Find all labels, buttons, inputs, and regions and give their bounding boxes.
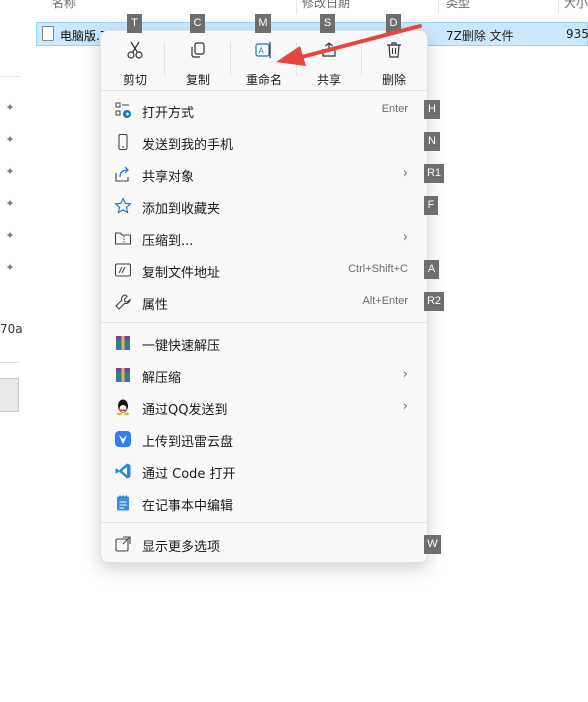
menu-item-add-favorites[interactable]: 添加到收藏夹 bbox=[104, 191, 422, 221]
file-icon bbox=[42, 26, 54, 41]
zip-folder-icon bbox=[114, 232, 132, 245]
menu-separator bbox=[101, 322, 427, 323]
chevron-right-icon: › bbox=[402, 367, 408, 382]
copy-icon bbox=[191, 42, 205, 58]
access-key-badge: C bbox=[190, 14, 205, 33]
access-key-badge: R2 bbox=[424, 292, 444, 311]
menu-item-label: 打开方式 bbox=[142, 106, 195, 121]
share-to-icon bbox=[115, 166, 129, 182]
menu-item-show-more-options[interactable]: 显示更多选项 bbox=[104, 529, 422, 559]
phone-icon bbox=[118, 133, 128, 151]
menu-item-copy-path[interactable]: 复制文件地址 Ctrl+Shift+C bbox=[104, 255, 422, 285]
access-key-badge: A bbox=[424, 260, 439, 279]
access-key-badge: W bbox=[424, 535, 441, 554]
shortcut-text: Alt+Enter bbox=[362, 295, 408, 307]
menu-item-label: 解压缩 bbox=[142, 371, 182, 386]
more-options-icon bbox=[115, 536, 131, 552]
pin-icon[interactable]: ✦ bbox=[4, 198, 16, 210]
scissors-icon bbox=[127, 41, 143, 59]
menu-item-properties[interactable]: 属性 Alt+Enter bbox=[104, 287, 422, 317]
chevron-right-icon: › bbox=[402, 230, 408, 245]
pin-icon[interactable]: ✦ bbox=[4, 166, 16, 178]
menu-item-share-to[interactable]: 共享对象 › bbox=[104, 159, 422, 189]
menu-item-extract[interactable]: 解压缩 › bbox=[104, 360, 422, 390]
column-header-size[interactable]: 大小 bbox=[564, 0, 588, 11]
menu-item-send-to-phone[interactable]: 发送到我的手机 bbox=[104, 127, 422, 157]
column-separator[interactable] bbox=[558, 0, 559, 14]
star-icon bbox=[114, 197, 132, 214]
svg-text:A: A bbox=[259, 47, 265, 56]
menu-item-label: 共享对象 bbox=[142, 170, 195, 185]
menu-item-label: 一键快速解压 bbox=[142, 339, 221, 354]
column-separator[interactable] bbox=[438, 0, 439, 14]
copy-label: 复制 bbox=[185, 73, 210, 87]
qq-icon bbox=[117, 399, 129, 416]
menu-item-label: 复制文件地址 bbox=[142, 266, 221, 281]
access-key-badge: F bbox=[424, 196, 438, 215]
pin-icon[interactable]: ✦ bbox=[4, 134, 16, 146]
copy-path-icon bbox=[114, 263, 132, 277]
column-separator[interactable] bbox=[296, 0, 297, 14]
menu-item-open-with-code[interactable]: 通过 Code 打开 bbox=[104, 456, 422, 486]
divider bbox=[164, 42, 165, 76]
menu-item-label: 上传到迅雷云盘 bbox=[142, 435, 234, 450]
delete-label: 删除 bbox=[381, 73, 406, 87]
cut-button[interactable]: 剪切 bbox=[104, 34, 166, 87]
menu-separator bbox=[101, 90, 427, 91]
access-key-badge: N bbox=[424, 132, 440, 151]
divider bbox=[0, 362, 20, 363]
access-key-badge: H bbox=[424, 100, 440, 119]
chevron-right-icon: › bbox=[402, 166, 408, 181]
winrar-icon bbox=[116, 336, 130, 350]
winrar-icon bbox=[116, 368, 130, 382]
pin-icon[interactable]: ✦ bbox=[4, 102, 16, 114]
menu-item-label: 在记事本中编辑 bbox=[142, 499, 234, 514]
menu-item-label: 添加到收藏夹 bbox=[142, 202, 221, 217]
access-key-badge: R1 bbox=[424, 164, 444, 183]
menu-item-quick-extract[interactable]: 一键快速解压 bbox=[104, 328, 422, 358]
menu-item-edit-notepad[interactable]: 在记事本中编辑 bbox=[104, 488, 422, 518]
menu-item-label: 属性 bbox=[142, 298, 169, 313]
menu-item-label: 压缩到... bbox=[142, 234, 194, 249]
rename-label: 重命名 bbox=[245, 73, 282, 87]
thunder-cloud-icon bbox=[115, 431, 131, 447]
menu-separator bbox=[101, 522, 427, 523]
pin-icon[interactable]: ✦ bbox=[4, 262, 16, 274]
column-header-modified[interactable]: 修改日期 bbox=[302, 0, 350, 11]
nav-item-label: 70a bbox=[0, 322, 23, 336]
open-with-icon bbox=[115, 102, 131, 118]
cut-label: 剪切 bbox=[122, 73, 147, 87]
pin-icon[interactable]: ✦ bbox=[4, 230, 16, 242]
shortcut-text: Enter bbox=[381, 103, 408, 115]
divider bbox=[0, 76, 20, 77]
menu-item-label: 通过 Code 打开 bbox=[142, 467, 236, 482]
share-label: 共享 bbox=[316, 73, 341, 87]
menu-item-send-via-qq[interactable]: 通过QQ发送到 › bbox=[104, 392, 422, 422]
menu-item-open-with[interactable]: 打开方式 Enter bbox=[104, 95, 422, 125]
column-header-name[interactable]: 名称 bbox=[52, 0, 76, 11]
menu-item-compress-to[interactable]: 压缩到... › bbox=[104, 223, 422, 253]
menu-item-label: 发送到我的手机 bbox=[142, 138, 234, 153]
wrench-icon bbox=[115, 294, 131, 310]
copy-button[interactable]: 复制 bbox=[167, 34, 229, 87]
shortcut-text: Ctrl+Shift+C bbox=[348, 263, 408, 275]
access-key-badge: T bbox=[127, 14, 142, 33]
menu-item-thunder-cloud[interactable]: 上传到迅雷云盘 bbox=[104, 424, 422, 454]
menu-item-label: 通过QQ发送到 bbox=[142, 403, 228, 418]
nav-scroll-button[interactable] bbox=[0, 378, 19, 412]
access-key-badge: M bbox=[255, 14, 271, 33]
chevron-right-icon: › bbox=[402, 399, 408, 414]
file-size: 935 bbox=[566, 27, 588, 41]
notepad-icon bbox=[117, 495, 129, 511]
vscode-icon bbox=[115, 463, 131, 479]
column-header-type[interactable]: 类型 bbox=[446, 0, 470, 11]
menu-item-label: 显示更多选项 bbox=[142, 540, 221, 555]
annotation-arrow bbox=[276, 24, 422, 66]
file-type: 7Z删除 文件 bbox=[446, 29, 514, 43]
divider bbox=[230, 42, 231, 76]
